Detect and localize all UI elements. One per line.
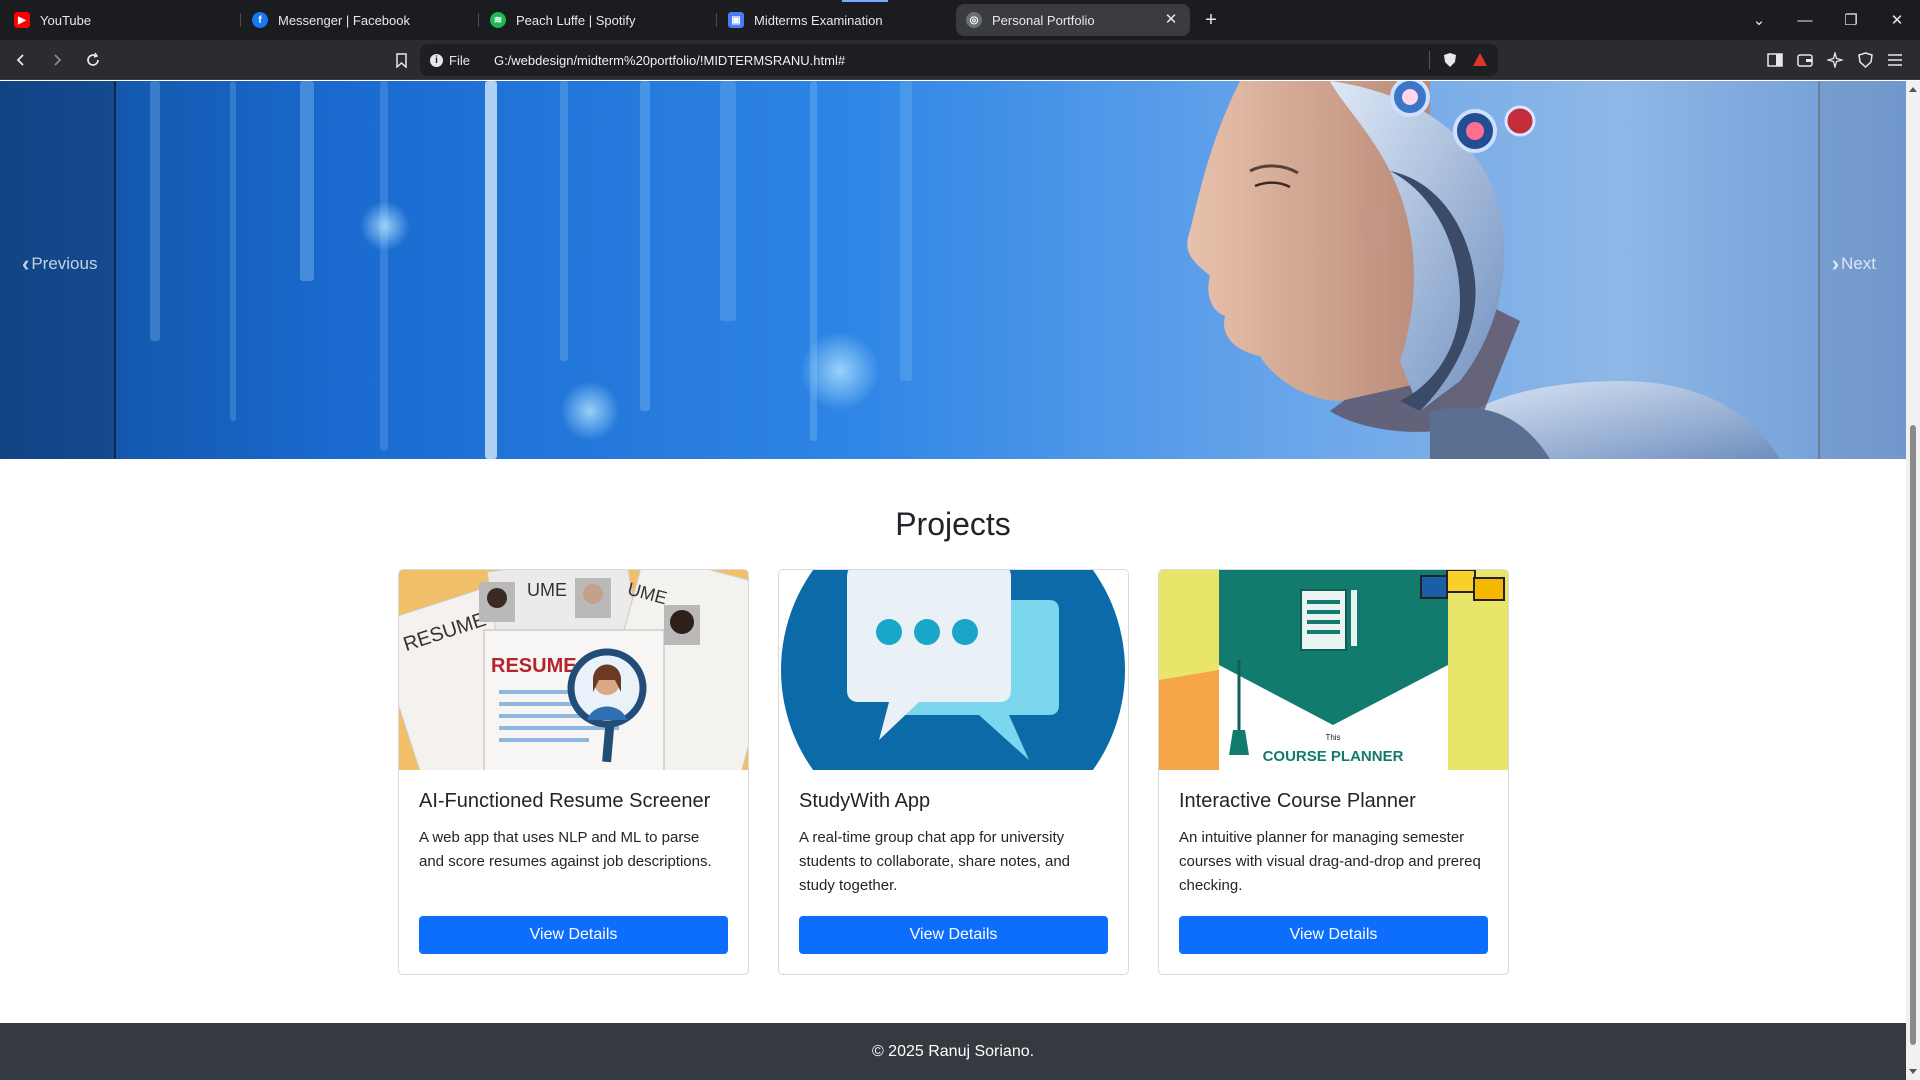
- project-card-resume-screener: RESUME UME UME RESUME AI-Functioned Resu…: [398, 569, 749, 975]
- browser-tab-strip: ▶ YouTube f Messenger | Facebook ≋ Peach…: [0, 0, 1920, 40]
- site-info-button[interactable]: i File: [430, 53, 470, 68]
- tab-loading-indicator: [842, 0, 888, 2]
- scroll-up-icon[interactable]: [1909, 87, 1917, 92]
- bookmark-icon: [395, 52, 407, 68]
- project-card-studywith: StudyWith App A real-time group chat app…: [778, 569, 1129, 975]
- brave-shields-icon[interactable]: [1442, 52, 1458, 68]
- svg-text:RESUME: RESUME: [491, 655, 577, 677]
- site-info-label: File: [449, 52, 470, 68]
- project-card-title: AI-Functioned Resume Screener: [419, 790, 711, 812]
- menu-icon[interactable]: [1880, 45, 1910, 75]
- forward-button[interactable]: [42, 45, 72, 75]
- carousel-next-label: Next: [1841, 254, 1876, 273]
- chevron-right-icon: ›: [1831, 251, 1840, 276]
- tab-spotify[interactable]: ≋ Peach Luffe | Spotify: [480, 4, 717, 36]
- svg-text:COURSE PLANNER: COURSE PLANNER: [1263, 748, 1404, 765]
- carousel-next-button[interactable]: › Next: [1830, 251, 1876, 277]
- hero-carousel: ‹ Previous › Next: [0, 81, 1906, 459]
- carousel-previous-label: Previous: [31, 254, 98, 273]
- leo-ai-icon[interactable]: [1820, 45, 1850, 75]
- tab-messenger[interactable]: f Messenger | Facebook: [242, 4, 479, 36]
- course-planner-image: This COURSE PLANNER: [1159, 570, 1508, 770]
- chevron-left-icon: ‹: [22, 251, 30, 276]
- facebook-icon: f: [252, 12, 268, 28]
- globe-icon: ◎: [966, 12, 982, 28]
- scrollbar-thumb[interactable]: [1910, 425, 1916, 1045]
- resume-screener-image: RESUME UME UME RESUME: [399, 570, 748, 770]
- back-arrow-icon: [16, 53, 24, 66]
- page-footer: © 2025 Ranuj Soriano.: [0, 1023, 1906, 1080]
- tab-label: Midterms Examination: [754, 12, 883, 28]
- project-card-course-planner: This COURSE PLANNER Interactive Course P…: [1158, 569, 1509, 975]
- reload-button[interactable]: [78, 45, 108, 75]
- footer-copyright: © 2025 Ranuj Soriano.: [871, 1043, 1035, 1060]
- vpn-shield-icon[interactable]: [1850, 45, 1880, 75]
- new-tab-button[interactable]: +: [1198, 9, 1224, 32]
- project-card-description: An intuitive planner for managing semest…: [1179, 829, 1481, 894]
- forward-arrow-icon: [54, 53, 62, 66]
- view-details-button[interactable]: View Details: [799, 916, 1108, 954]
- tab-personal-portfolio[interactable]: ◎ Personal Portfolio ✕: [956, 4, 1190, 36]
- carousel-previous-button[interactable]: ‹ Previous: [20, 251, 97, 277]
- project-card-title: Interactive Course Planner: [1179, 790, 1416, 812]
- back-button[interactable]: [6, 45, 36, 75]
- page-viewport: ‹ Previous › Next Projects RESUME UME UM…: [0, 81, 1906, 1080]
- info-icon: i: [430, 53, 443, 67]
- view-details-button[interactable]: View Details: [1179, 916, 1488, 954]
- classroom-icon: ▣: [728, 12, 744, 28]
- tab-midterms[interactable]: ▣ Midterms Examination: [718, 4, 952, 36]
- url-text[interactable]: G:/webdesign/midterm%20portfolio/!MIDTER…: [494, 53, 845, 68]
- sidebar-toggle-icon[interactable]: [1760, 45, 1790, 75]
- tab-search-chevron-icon[interactable]: ⌄: [1736, 11, 1782, 29]
- window-controls: ⌄ — ❐ ✕: [1736, 0, 1920, 40]
- tab-label: Peach Luffe | Spotify: [516, 12, 636, 28]
- spotify-icon: ≋: [490, 12, 506, 28]
- close-window-button[interactable]: ✕: [1874, 11, 1920, 29]
- close-tab-icon[interactable]: ✕: [1162, 11, 1180, 29]
- reload-icon: [87, 52, 99, 66]
- project-card-description: A web app that uses NLP and ML to parse …: [419, 829, 712, 870]
- svg-text:UME: UME: [527, 580, 567, 600]
- minimize-button[interactable]: —: [1782, 12, 1828, 29]
- svg-text:This: This: [1325, 733, 1340, 742]
- tab-label: YouTube: [40, 12, 92, 28]
- cyborg-hero-image: [1187, 81, 1780, 459]
- tab-label: Personal Portfolio: [992, 12, 1095, 28]
- projects-heading: Projects: [895, 506, 1011, 542]
- view-details-button[interactable]: View Details: [419, 916, 728, 954]
- studywith-image: [779, 570, 1128, 770]
- restore-button[interactable]: ❐: [1828, 11, 1874, 29]
- tab-youtube[interactable]: ▶ YouTube: [4, 4, 241, 36]
- tab-label: Messenger | Facebook: [278, 12, 410, 28]
- browser-toolbar: i File G:/webdesign/midterm%20portfolio/…: [0, 40, 1920, 80]
- bookmark-button[interactable]: [386, 45, 416, 75]
- wallet-icon[interactable]: [1790, 45, 1820, 75]
- address-bar[interactable]: i File G:/webdesign/midterm%20portfolio/…: [420, 44, 1498, 76]
- brave-rewards-icon[interactable]: [1472, 52, 1488, 68]
- scroll-down-icon[interactable]: [1909, 1069, 1917, 1074]
- project-card-description: A real-time group chat app for universit…: [799, 829, 1071, 894]
- page-scrollbar[interactable]: [1906, 81, 1920, 1080]
- youtube-icon: ▶: [14, 12, 30, 28]
- project-card-title: StudyWith App: [799, 790, 931, 812]
